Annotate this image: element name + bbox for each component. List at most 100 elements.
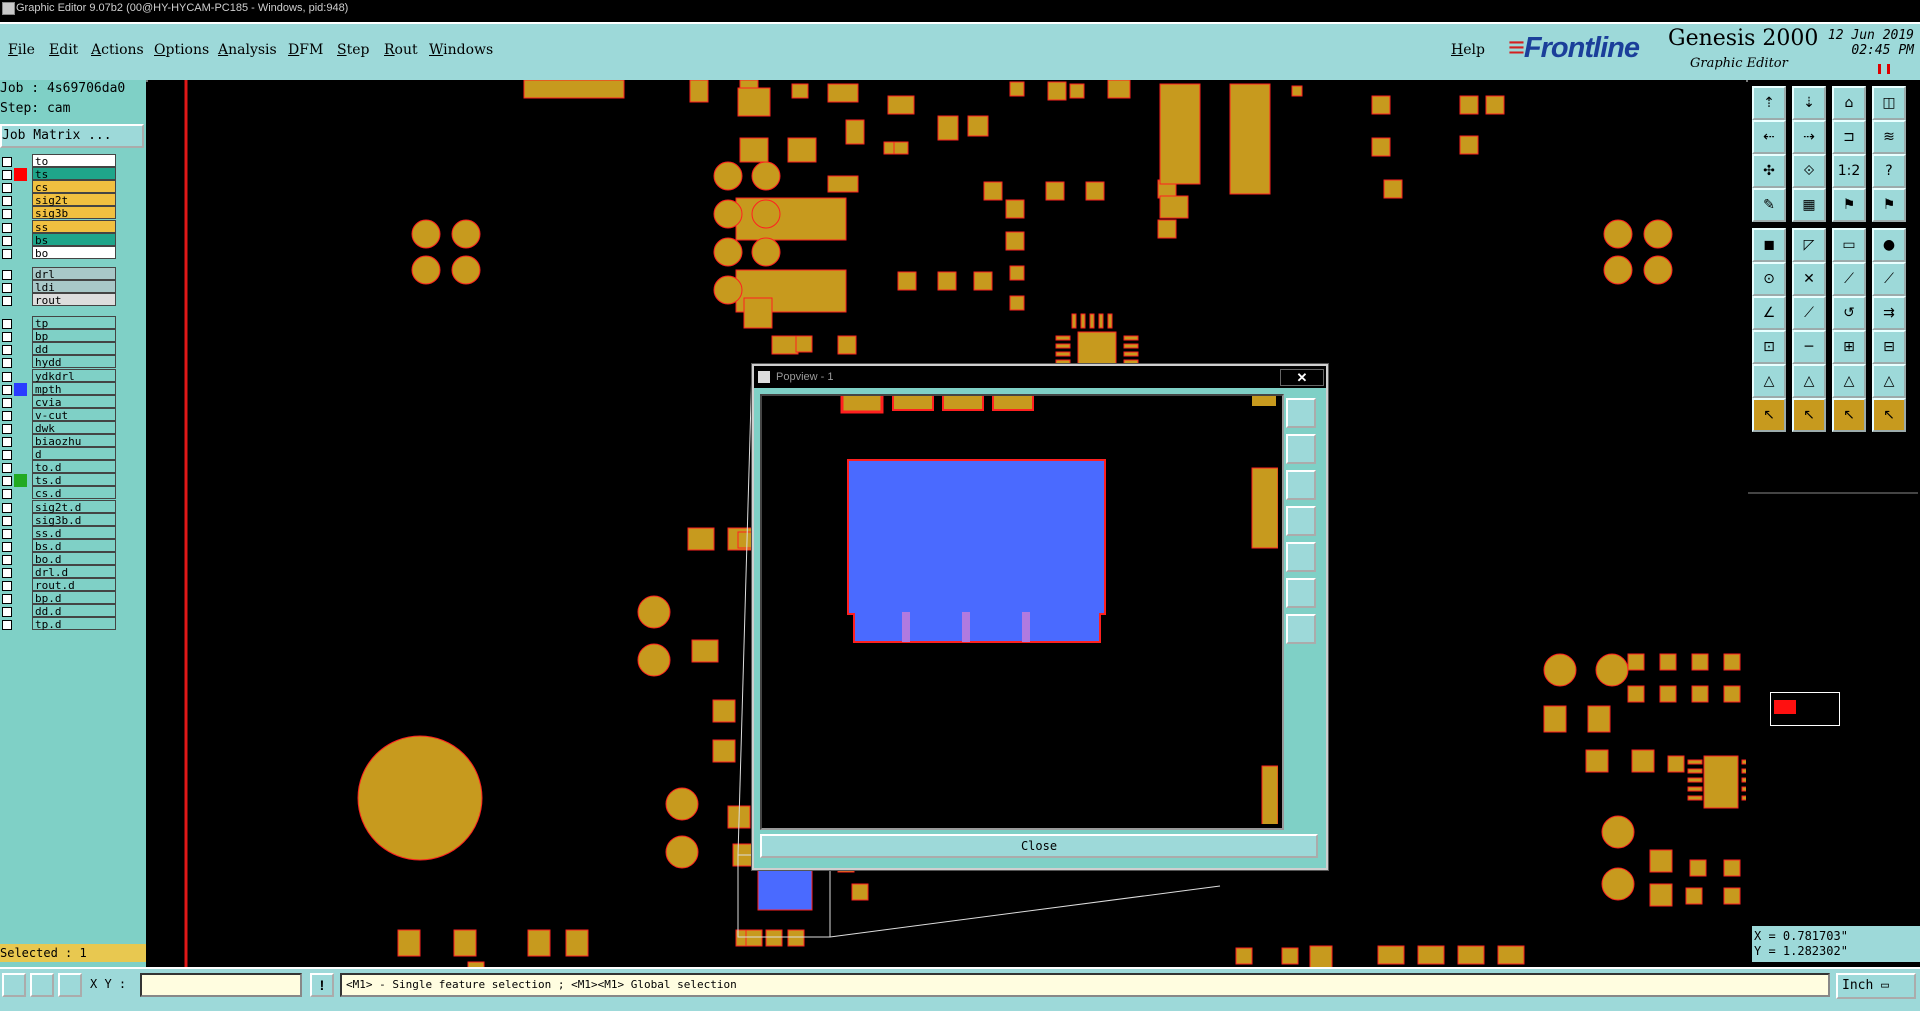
round-pad[interactable] [713,199,743,229]
pad[interactable] [1157,219,1177,239]
round-pad[interactable] [451,255,481,285]
tool-button-32[interactable]: ⊟ [1872,330,1906,364]
layer-checkbox[interactable] [2,541,12,552]
pad[interactable] [973,271,993,291]
pad[interactable] [1229,83,1271,195]
tool-button-14[interactable]: ▦ [1792,188,1826,222]
pad[interactable] [1377,945,1405,965]
pad[interactable] [845,119,865,145]
layer-checkbox[interactable] [2,476,12,487]
menu-file[interactable]: File [8,42,35,58]
selected-feature[interactable] [757,863,813,911]
warning-icon[interactable]: ! [310,973,334,997]
pad[interactable] [712,699,736,723]
pad[interactable] [1085,181,1105,201]
layer-checkbox[interactable] [2,620,12,631]
round-pad[interactable] [1601,867,1635,901]
round-pad[interactable] [637,643,671,677]
grid-icon[interactable] [58,973,82,997]
pad[interactable] [1485,95,1505,115]
tool-button-39[interactable]: ↖ [1832,398,1866,432]
tool-button-17[interactable]: ◼ [1752,228,1786,262]
pad[interactable] [523,80,625,99]
pad[interactable] [851,883,869,901]
layer-checkbox[interactable] [2,607,12,618]
round-pad[interactable] [1595,653,1629,687]
pad[interactable] [1291,85,1303,97]
popview-pan-left-button[interactable] [1286,506,1316,536]
pad[interactable] [827,175,859,193]
pad[interactable] [1383,179,1403,199]
layer-row-bo[interactable]: bo [0,245,118,261]
round-pad[interactable] [357,735,483,861]
round-pad[interactable] [411,219,441,249]
pad[interactable] [1235,947,1253,965]
pad[interactable] [1685,887,1703,905]
layer-checkbox[interactable] [2,196,12,207]
layer-checkbox[interactable] [2,502,12,513]
layer-checkbox[interactable] [2,594,12,605]
pad[interactable] [1009,81,1025,97]
popview-pan-up-button[interactable] [1286,434,1316,464]
qfn-pin[interactable] [1055,335,1071,341]
round-pad[interactable] [665,835,699,869]
job-matrix-button[interactable]: Job Matrix ... [0,124,144,148]
tool-button-3[interactable]: ⌂ [1832,86,1866,120]
tool-button-37[interactable]: ↖ [1752,398,1786,432]
pad[interactable] [1723,685,1741,703]
round-pad[interactable] [751,199,781,229]
tool-button-30[interactable]: ─ [1792,330,1826,364]
layer-checkbox[interactable] [2,170,12,181]
pad[interactable] [787,929,805,947]
pad[interactable] [765,929,783,947]
tool-button-11[interactable]: 1:2 [1832,154,1866,188]
round-pad[interactable] [713,275,743,305]
tool-button-35[interactable]: △ [1832,364,1866,398]
qfn-pin[interactable] [1107,313,1113,329]
pad[interactable] [712,739,736,763]
layer-row-tp-d[interactable]: tp.d [0,617,118,632]
pad[interactable] [1107,80,1131,99]
popview-zoom-area[interactable] [760,394,1284,830]
pad[interactable] [791,83,809,99]
pad[interactable] [739,137,769,163]
popview-zoom-in-button[interactable] [1286,578,1316,608]
tool-button-12[interactable]: ? [1872,154,1906,188]
pad[interactable] [1457,945,1485,965]
qfn-pin[interactable] [1741,759,1746,765]
pad[interactable] [1281,947,1299,965]
pad[interactable] [937,115,959,141]
tool-button-21[interactable]: ⊙ [1752,262,1786,296]
pad[interactable] [1159,83,1201,185]
pad[interactable] [1659,653,1677,671]
qfn-pin[interactable] [1687,795,1703,801]
units-select[interactable]: Inch ▭ [1836,973,1916,999]
layer-checkbox[interactable] [2,269,12,280]
pad[interactable] [1667,755,1685,773]
pad[interactable] [1543,705,1567,733]
qfn-pin[interactable] [1123,343,1139,349]
round-pad[interactable] [1603,255,1633,285]
tool-button-40[interactable]: ↖ [1872,398,1906,432]
qfn-pin[interactable] [1687,786,1703,792]
pad[interactable] [397,929,421,957]
pad[interactable] [1069,83,1085,99]
tool-button-5[interactable]: ⇠ [1752,120,1786,154]
menu-analysis[interactable]: Analysis [218,42,277,58]
round-pad[interactable] [1543,653,1577,687]
round-pad[interactable] [1603,219,1633,249]
qfn-pin[interactable] [1071,313,1077,329]
zoom-icon[interactable] [2,973,26,997]
menu-help[interactable]: Help [1451,42,1485,58]
tool-button-33[interactable]: △ [1752,364,1786,398]
layer-checkbox[interactable] [2,450,12,461]
round-pad[interactable] [411,255,441,285]
qfn-pin[interactable] [1089,313,1095,329]
pad[interactable] [827,83,859,103]
pad[interactable] [1159,195,1189,219]
tool-button-6[interactable]: ⇢ [1792,120,1826,154]
tool-button-28[interactable]: ⇉ [1872,296,1906,330]
layer-checkbox[interactable] [2,235,12,246]
pad[interactable] [743,297,773,329]
tool-button-4[interactable]: ◫ [1872,86,1906,120]
